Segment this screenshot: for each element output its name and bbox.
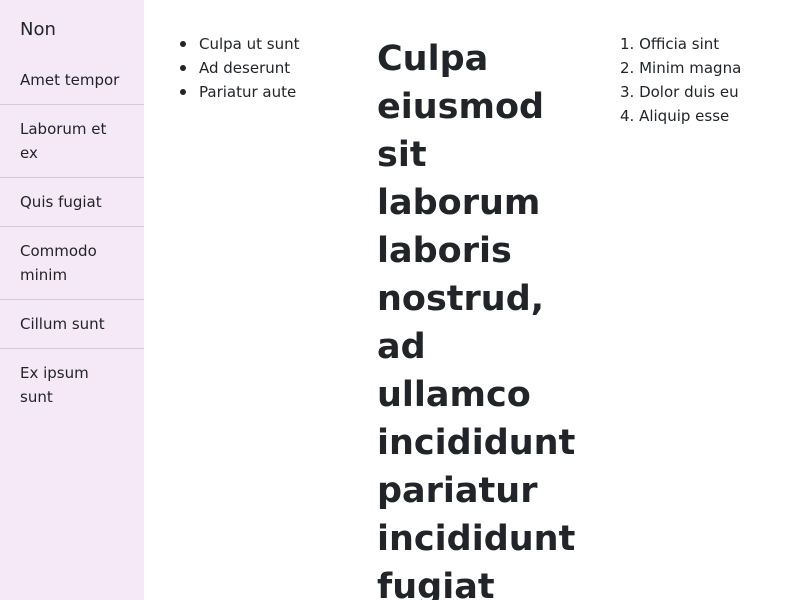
page: Non Amet tempor Laborum et ex Quis fugia…	[0, 0, 800, 600]
sidebar-item-laborum-et-ex[interactable]: Laborum et ex	[0, 105, 144, 178]
sidebar-item-cillum-sunt[interactable]: Cillum sunt	[0, 300, 144, 349]
list-item: 3. Dolor duis eu	[620, 83, 739, 101]
list-item: Ad deserunt	[162, 56, 300, 80]
page-heading: Culpa eiusmod sit laborum laboris nostru…	[377, 39, 576, 600]
sidebar-item-ex-ipsum-sunt[interactable]: Ex ipsum sunt	[0, 349, 144, 421]
sidebar-item-quis-fugiat[interactable]: Quis fugiat	[0, 178, 144, 227]
list-item: Pariatur aute	[162, 80, 300, 104]
list-item: 4. Aliquip esse	[620, 107, 730, 125]
list-item: Culpa ut sunt	[162, 32, 300, 56]
list-item: 2. Minim magna	[620, 59, 742, 77]
list-item: 1. Officia sint	[620, 35, 720, 53]
sidebar: Non Amet tempor Laborum et ex Quis fugia…	[0, 0, 144, 600]
sidebar-nav: Amet tempor Laborum et ex Quis fugiat Co…	[0, 56, 144, 421]
bullet-list: Culpa ut sunt Ad deserunt Pariatur aute	[162, 32, 300, 104]
sidebar-item-amet-tempor[interactable]: Amet tempor	[0, 56, 144, 105]
ordered-list: 1. Officia sint 2. Minim magna 3. Dolor …	[620, 32, 741, 128]
sidebar-brand[interactable]: Non	[20, 18, 56, 42]
sidebar-item-commodo-minim[interactable]: Commodo minim	[0, 227, 144, 300]
